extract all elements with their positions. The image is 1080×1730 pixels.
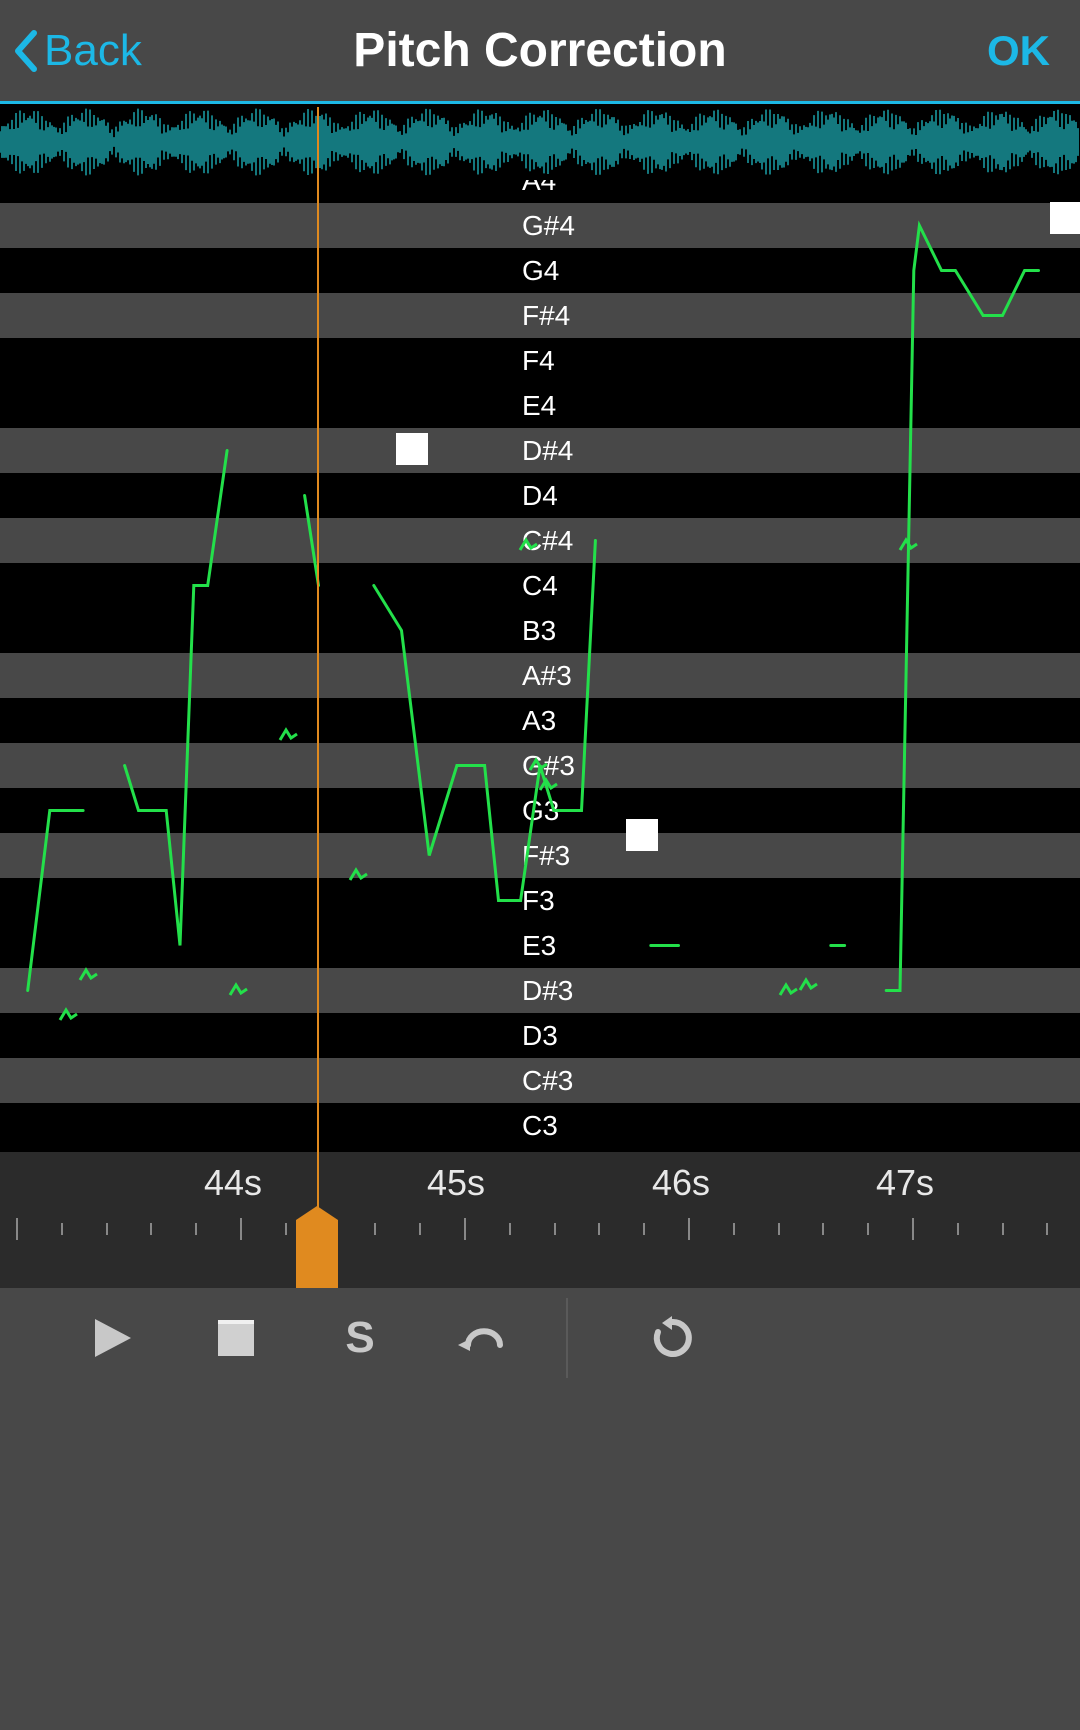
note-row: D3 [0,1013,1080,1058]
note-row: F#4 [0,293,1080,338]
solo-button[interactable]: S [298,1288,422,1388]
note-label: A3 [522,698,556,743]
note-row: F#3 [0,833,1080,878]
note-row: G3 [0,788,1080,833]
note-label: F#4 [522,293,570,338]
note-block[interactable] [626,819,658,851]
chevron-left-icon [12,29,38,73]
note-label: G#4 [522,203,575,248]
waveform-graphic [0,104,1080,180]
transport-toolbar: S [0,1288,1080,1388]
time-label: 46s [652,1162,710,1204]
loop-icon [458,1321,510,1355]
note-label: A4 [522,180,556,203]
note-row: A3 [0,698,1080,743]
note-label: C#3 [522,1058,573,1103]
waveform-strip[interactable] [0,104,1080,180]
note-label: F3 [522,878,555,923]
note-block[interactable] [1050,202,1080,234]
reset-button[interactable] [610,1288,734,1388]
note-row: G4 [0,248,1080,293]
loop-button[interactable] [422,1288,546,1388]
timeline[interactable]: 44s 45s 46s 47s [0,1152,1080,1288]
toolbar-divider [566,1298,568,1378]
time-label: 45s [427,1162,485,1204]
note-row: G#4 [0,203,1080,248]
back-label: Back [44,26,142,76]
timeline-ticks [0,1218,1080,1242]
note-row: D#4 [0,428,1080,473]
note-label: D#3 [522,968,573,1013]
note-label: E3 [522,923,556,968]
note-row: C4 [0,563,1080,608]
time-label: 44s [204,1162,262,1204]
note-label: C4 [522,563,558,608]
note-row: E3 [0,923,1080,968]
stop-icon [218,1320,254,1356]
note-label: D3 [522,1013,558,1058]
piano-roll[interactable]: C3C#3D3D#3E3F3F#3G3G#3A3A#3B3C4C#4D4D#4E… [0,180,1080,1152]
note-label: B3 [522,608,556,653]
time-label: 47s [876,1162,934,1204]
note-row: A4 [0,180,1080,203]
playhead-handle[interactable] [296,1206,338,1288]
note-label: G4 [522,248,559,293]
note-label: E4 [522,383,556,428]
note-row: D#3 [0,968,1080,1013]
note-row: B3 [0,608,1080,653]
note-row: G#3 [0,743,1080,788]
note-row: C#3 [0,1058,1080,1103]
page-title: Pitch Correction [353,23,726,78]
note-row: C3 [0,1103,1080,1148]
ok-button[interactable]: OK [987,27,1050,75]
note-label: G#3 [522,743,575,788]
stop-button[interactable] [174,1288,298,1388]
note-label: C3 [522,1103,558,1148]
play-icon [91,1317,133,1359]
note-row: A#3 [0,653,1080,698]
note-row: C#4 [0,518,1080,563]
note-row: F3 [0,878,1080,923]
note-label: F#3 [522,833,570,878]
note-label: C#4 [522,518,573,563]
note-label: G3 [522,788,559,833]
solo-label: S [345,1313,374,1363]
note-label: D#4 [522,428,573,473]
note-label: F4 [522,338,555,383]
note-row: E4 [0,383,1080,428]
reset-icon [650,1316,694,1360]
play-button[interactable] [50,1288,174,1388]
header-bar: Back Pitch Correction OK [0,0,1080,104]
note-row: F4 [0,338,1080,383]
note-label: D4 [522,473,558,518]
note-label: A#3 [522,653,572,698]
note-row: D4 [0,473,1080,518]
note-block[interactable] [396,433,428,465]
back-button[interactable]: Back [12,26,142,76]
